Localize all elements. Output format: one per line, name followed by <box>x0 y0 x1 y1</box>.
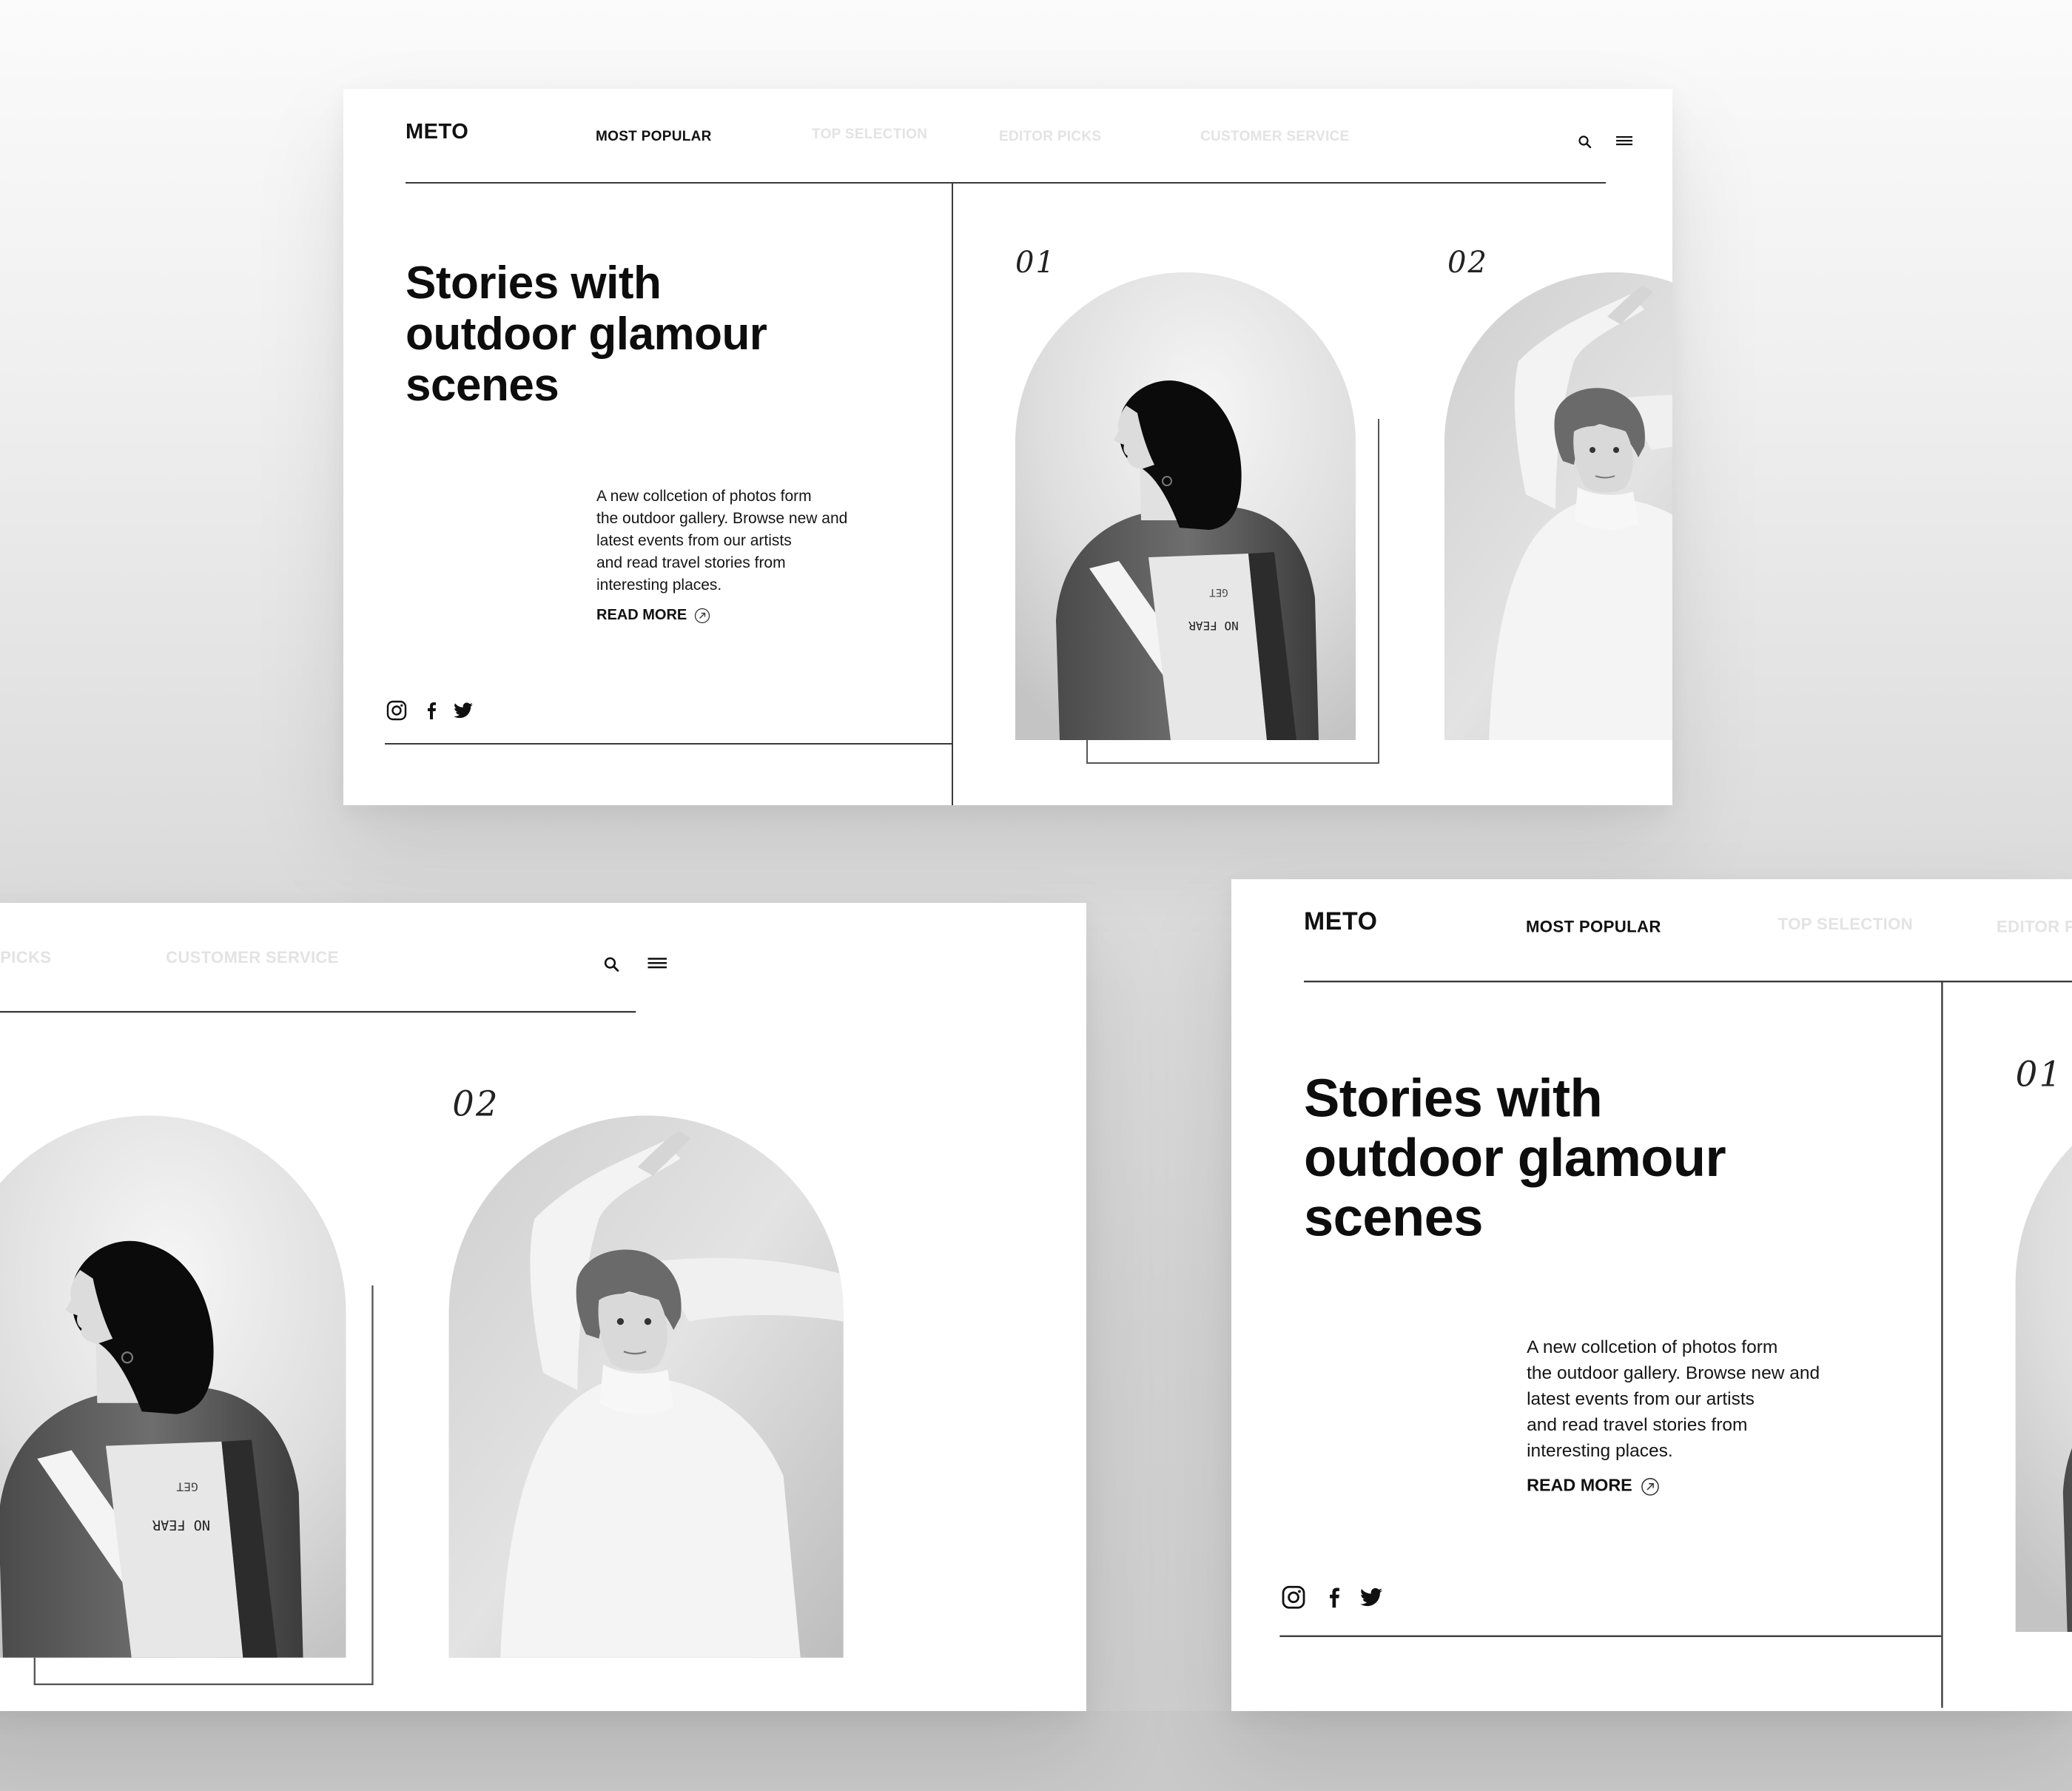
footer-divider <box>385 743 952 745</box>
facebook-icon[interactable] <box>426 700 437 721</box>
hero-title: Stories with outdoor glamour scenes <box>406 258 767 411</box>
facebook-icon[interactable] <box>1328 1585 1340 1610</box>
nav-top-selection[interactable]: TOP SELECTION <box>1778 916 1913 935</box>
gallery-photo-2[interactable] <box>1444 272 1672 740</box>
menu-icon[interactable] <box>648 956 667 970</box>
menu-icon[interactable] <box>1616 135 1632 147</box>
search-icon[interactable] <box>603 956 620 973</box>
mockup-card-bottom-right: METO MOST POPULAR TOP SELECTION EDITOR P… <box>1231 879 2072 1711</box>
arrow-up-right-icon <box>1641 1477 1660 1496</box>
gallery-number-1: 01 <box>2015 1055 2063 1095</box>
search-icon[interactable] <box>1578 135 1592 149</box>
header-divider <box>406 182 1606 184</box>
read-more-link[interactable]: READ MORE <box>596 607 710 624</box>
read-more-label: READ MORE <box>1527 1476 1632 1496</box>
gallery-photo-1[interactable]: GET NO FEAR <box>1015 272 1356 740</box>
gallery-number-1: 01 <box>1015 246 1056 280</box>
nav-editor-picks[interactable]: EDITOR PICKS <box>1997 918 2072 938</box>
arrow-up-right-icon <box>695 608 710 623</box>
instagram-icon[interactable] <box>1282 1585 1306 1610</box>
mockup-card-top: METO MOST POPULAR TOP SELECTION EDITOR P… <box>343 89 1672 805</box>
logo[interactable]: METO <box>406 120 468 144</box>
logo[interactable]: METO <box>1304 908 1377 937</box>
twitter-icon[interactable] <box>453 700 474 721</box>
mockup-card-bottom-left: METO MOST POPULAR TOP SELECTION EDITOR P… <box>0 903 1086 1711</box>
hero-description: A new collcetion of photos form the outd… <box>1527 1337 1820 1461</box>
svg-text:GET: GET <box>1209 586 1228 598</box>
read-more-link[interactable]: READ MORE <box>1527 1476 1660 1496</box>
nav-most-popular[interactable]: MOST POPULAR <box>1526 918 1661 938</box>
gallery-photo-1[interactable]: GET NO FEAR <box>2015 1086 2072 1632</box>
nav-customer-service[interactable]: CUSTOMER SERVICE <box>166 950 339 968</box>
column-divider <box>952 182 953 805</box>
nav-top-selection[interactable]: TOP SELECTION <box>812 127 927 143</box>
floor-shadow <box>0 1711 2072 1791</box>
svg-text:NO FEAR: NO FEAR <box>152 1516 210 1532</box>
nav-customer-service[interactable]: CUSTOMER SERVICE <box>1200 129 1350 145</box>
hero-description: A new collcetion of photos form the outd… <box>596 488 848 594</box>
gallery-number-2: 02 <box>1447 246 1488 280</box>
svg-text:NO FEAR: NO FEAR <box>1188 619 1239 633</box>
nav-editor-picks[interactable]: EDITOR PICKS <box>999 129 1101 145</box>
twitter-icon[interactable] <box>1359 1585 1384 1610</box>
svg-text:GET: GET <box>176 1479 198 1493</box>
header-divider <box>0 1011 636 1013</box>
footer-divider <box>1279 1635 1942 1637</box>
nav-editor-picks[interactable]: EDITOR PICKS <box>0 950 51 968</box>
column-divider <box>1941 981 1943 1708</box>
hero-title: Stories with outdoor glamour scenes <box>1304 1069 1726 1248</box>
instagram-icon[interactable] <box>386 700 407 721</box>
gallery-photo-2[interactable] <box>448 1115 844 1658</box>
header-divider <box>1304 981 2072 983</box>
read-more-label: READ MORE <box>596 607 687 623</box>
gallery-photo-1[interactable]: GET NO FEAR <box>0 1115 346 1658</box>
gallery-number-2: 02 <box>452 1084 500 1125</box>
nav-most-popular[interactable]: MOST POPULAR <box>596 129 712 145</box>
